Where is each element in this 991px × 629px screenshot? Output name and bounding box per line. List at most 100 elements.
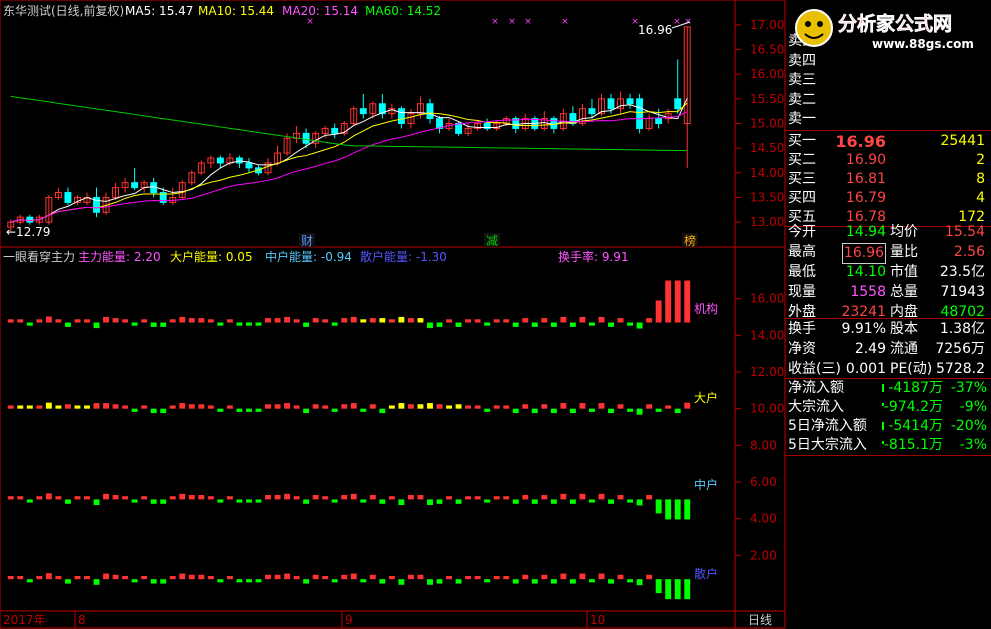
stock-chart[interactable]: 17.00 16.50 16.00 15.50 15.00 14.50 14.00 13.50… [0, 0, 786, 629]
energy-bar [636, 322, 643, 329]
energy-bar [636, 408, 643, 415]
buy-volume: 8 [976, 171, 985, 187]
energy-bar [388, 319, 395, 323]
energy-bar [655, 408, 662, 412]
energy-bar [627, 322, 634, 326]
ma60-value: MA60: 14.52 [365, 4, 441, 18]
energy-bar [569, 322, 576, 327]
energy-bar [522, 404, 529, 409]
candle-body [26, 216, 34, 223]
energy-bar [246, 322, 252, 326]
energy-bar [84, 319, 90, 323]
x-marker: × [508, 17, 516, 27]
candle-body [607, 98, 615, 110]
energy-bar [589, 408, 595, 412]
energy-bar [36, 319, 43, 323]
energy-bar [598, 316, 605, 323]
energy-bar [455, 499, 462, 504]
energy-bar [360, 499, 367, 503]
fund-label: PE(动) [890, 361, 933, 377]
energy-bar [284, 316, 291, 323]
energy-bar [512, 499, 519, 504]
energy-bar [503, 405, 510, 409]
energy-bar [550, 322, 557, 327]
energy-bar [493, 319, 500, 323]
energy-bar [436, 579, 443, 584]
energy-bar [112, 404, 119, 409]
energy-bar [446, 319, 452, 323]
event-marker: 榜 [684, 233, 696, 248]
energy-bar [93, 403, 100, 409]
buy-volume: 4 [976, 190, 985, 206]
ind-tick-label: 4.00 [750, 512, 777, 526]
energy-bar [55, 319, 62, 323]
energy-bar [646, 318, 653, 323]
energy-bar [407, 404, 414, 409]
energy-bar [322, 575, 329, 580]
energy-bar [274, 318, 281, 323]
fund-value: 2.49 [854, 341, 886, 357]
energy-bar [131, 499, 138, 503]
energy-bar [369, 574, 376, 580]
energy-bar [246, 579, 252, 583]
sell-row: 卖三 [786, 71, 991, 90]
energy-bar [427, 499, 433, 506]
energy-bar [484, 499, 491, 503]
low-price-label: ←12.79 [6, 225, 50, 239]
energy-bar [236, 322, 243, 326]
divider [786, 455, 991, 456]
buy-row: 买二 16.90 2 [786, 151, 991, 170]
flow-row: 大宗流入 -974.2万 -9% [786, 398, 991, 417]
energy-bar [112, 318, 119, 323]
energy-bar [665, 579, 672, 600]
energy-bar [627, 408, 634, 412]
candle-body [302, 132, 310, 144]
stat-value: 71943 [940, 284, 985, 300]
energy-bar [226, 319, 233, 323]
sell-label: 卖二 [788, 91, 816, 108]
fund-row: 净资 2.49 流通 7256万 [786, 340, 991, 359]
energy-bar [188, 495, 195, 500]
energy-bar [541, 318, 548, 323]
energy-bar [341, 404, 348, 409]
energy-bar [388, 405, 395, 409]
energy-bar [579, 573, 586, 580]
energy-bar [226, 575, 233, 580]
high-price-label: 16.96 [638, 23, 672, 37]
energy-bar [617, 495, 624, 500]
energy-bar [579, 493, 586, 500]
energy-bar [303, 408, 310, 414]
energy-bar [207, 575, 214, 580]
energy-bar [160, 322, 167, 327]
energy-bar [569, 579, 576, 584]
energy-bar [665, 405, 672, 409]
energy-bar [265, 495, 271, 500]
price-tick-label: 13.00 [750, 215, 784, 229]
label-retail: 散户 [694, 566, 718, 581]
price-tick-label: 16.50 [750, 43, 784, 57]
fund-row: 收益(三) 0.001 PE(动) 5728.2 [786, 360, 991, 379]
energy-bar [417, 574, 424, 580]
fund-value: 0.001 [845, 361, 886, 377]
ma20-value: MA20: 15.14 [282, 4, 358, 18]
energy-bar [436, 322, 443, 327]
label-big: 大户 [694, 390, 718, 405]
energy-bar [217, 579, 224, 583]
energy-bar [265, 318, 271, 323]
energy-bar [55, 575, 62, 580]
flow-label: 5日大宗流入 [788, 437, 867, 453]
energy-bar [293, 496, 300, 500]
candle-body [588, 108, 596, 115]
energy-bar [236, 408, 243, 412]
mid-energy: 中户能量: -0.94 [265, 249, 352, 264]
stat-value: 1558 [850, 284, 886, 300]
energy-bar [74, 319, 81, 323]
stat-row: 现量 1558 总量 71943 [786, 283, 991, 302]
energy-bar [522, 318, 529, 323]
fund-label: 股本 [890, 321, 918, 337]
buy-label: 买三 [788, 171, 816, 187]
stat-label: 量比 [890, 244, 918, 260]
energy-bar [465, 319, 472, 323]
candle-body [626, 98, 634, 105]
energy-bar [674, 579, 681, 600]
